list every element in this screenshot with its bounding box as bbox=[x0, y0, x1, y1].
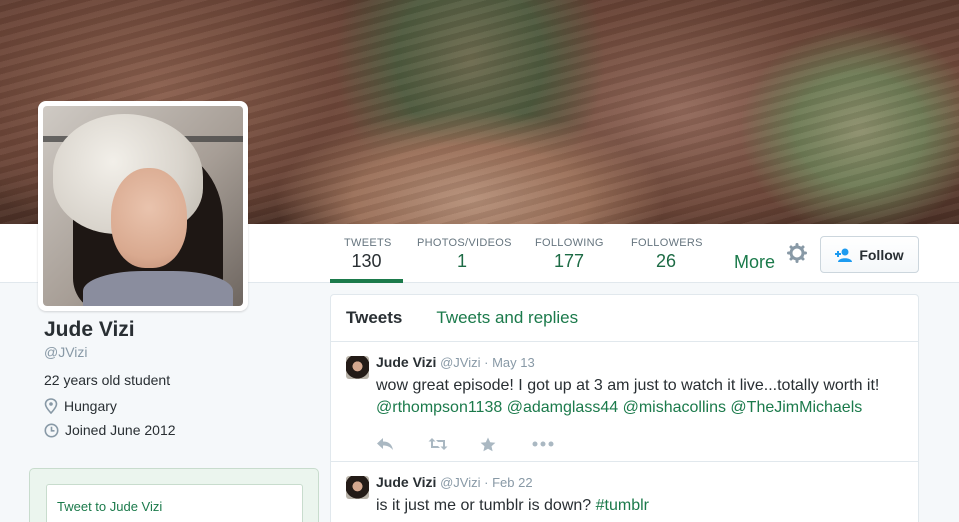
profile-stats: TWEETS 130 PHOTOS/VIDEOS 1 FOLLOWING 177… bbox=[330, 224, 715, 283]
stat-label: FOLLOWING bbox=[535, 237, 604, 249]
profile-card: Jude Vizi @JVizi 22 years old student Hu… bbox=[44, 318, 314, 438]
stat-value: 26 bbox=[655, 251, 677, 271]
tweet-date[interactable]: Feb 22 bbox=[492, 475, 532, 490]
profile-location: Hungary bbox=[44, 398, 314, 414]
tweet-body: wow great episode! I got up at 3 am just… bbox=[376, 377, 880, 394]
tweet-to-box: Tweet to Jude Vizi bbox=[29, 468, 319, 522]
joined-text: Joined June 2012 bbox=[65, 422, 176, 438]
hashtag-link[interactable]: #tumblr bbox=[596, 497, 649, 514]
follow-button[interactable]: Follow bbox=[820, 236, 919, 273]
tab-tweets[interactable]: Tweets bbox=[346, 308, 402, 328]
tab-tweets-and-replies[interactable]: Tweets and replies bbox=[436, 308, 578, 328]
retweet-icon[interactable] bbox=[428, 437, 480, 451]
tweet-actions bbox=[376, 431, 903, 457]
profile-name[interactable]: Jude Vizi bbox=[44, 318, 314, 342]
tweet-header: Jude Vizi @JVizi · Feb 22 bbox=[376, 474, 903, 490]
tweet-date[interactable]: May 13 bbox=[492, 355, 535, 370]
stat-value: 1 bbox=[456, 251, 467, 271]
reply-icon[interactable] bbox=[376, 437, 428, 451]
tweet-text: wow great episode! I got up at 3 am just… bbox=[376, 375, 903, 419]
gear-icon[interactable] bbox=[787, 243, 807, 263]
tweet-author-name[interactable]: Jude Vizi bbox=[376, 474, 436, 490]
tweet-to-input[interactable]: Tweet to Jude Vizi bbox=[46, 484, 303, 522]
tweet-header: Jude Vizi @JVizi · May 13 bbox=[376, 354, 903, 370]
stat-photos-videos[interactable]: PHOTOS/VIDEOS 1 bbox=[403, 224, 521, 283]
stat-label: PHOTOS/VIDEOS bbox=[417, 237, 512, 249]
stat-followers[interactable]: FOLLOWERS 26 bbox=[617, 224, 715, 283]
stat-tweets[interactable]: TWEETS 130 bbox=[330, 224, 403, 283]
follow-button-label: Follow bbox=[859, 246, 904, 263]
mention-link[interactable]: @rthompson1138 bbox=[376, 399, 502, 416]
more-options-icon[interactable] bbox=[532, 441, 584, 447]
tweet-separator: · bbox=[484, 475, 489, 490]
stat-label: TWEETS bbox=[344, 237, 392, 249]
location-pin-icon bbox=[44, 398, 58, 414]
mention-link[interactable]: @adamglass44 bbox=[507, 399, 618, 416]
profile-handle[interactable]: @JVizi bbox=[44, 344, 314, 360]
add-user-icon bbox=[835, 248, 853, 262]
mention-link[interactable]: @mishacollins bbox=[623, 399, 726, 416]
location-text: Hungary bbox=[64, 398, 117, 414]
tweet-author-name[interactable]: Jude Vizi bbox=[376, 354, 436, 370]
mention-link[interactable]: @TheJimMichaels bbox=[730, 399, 862, 416]
profile-joined: Joined June 2012 bbox=[44, 422, 314, 438]
favorite-star-icon[interactable] bbox=[480, 437, 532, 452]
timeline: Tweets Tweets and replies Jude Vizi @JVi… bbox=[330, 294, 919, 522]
tweet-item[interactable]: Jude Vizi @JVizi · May 13 wow great epis… bbox=[331, 342, 918, 462]
tweet-avatar[interactable] bbox=[346, 356, 369, 379]
stat-value: 130 bbox=[351, 251, 382, 271]
tweet-body: is it just me or tumblr is down? bbox=[376, 497, 592, 514]
profile-bio: 22 years old student bbox=[44, 372, 171, 388]
avatar-photo bbox=[43, 106, 243, 306]
tweet-item[interactable]: Jude Vizi @JVizi · Feb 22 is it just me … bbox=[331, 462, 918, 522]
tweet-text: is it just me or tumblr is down? #tumblr bbox=[376, 495, 903, 517]
more-menu-button[interactable]: More bbox=[734, 252, 775, 273]
stat-label: FOLLOWERS bbox=[631, 237, 703, 249]
timeline-tabs: Tweets Tweets and replies bbox=[331, 295, 918, 342]
profile-avatar[interactable] bbox=[38, 101, 248, 311]
stat-following[interactable]: FOLLOWING 177 bbox=[521, 224, 617, 283]
tweet-author-handle[interactable]: @JVizi bbox=[440, 475, 480, 490]
tweet-separator: · bbox=[484, 355, 489, 370]
tweet-author-handle[interactable]: @JVizi bbox=[440, 355, 480, 370]
stat-value: 177 bbox=[553, 251, 585, 271]
calendar-clock-icon bbox=[44, 423, 59, 437]
tweet-avatar[interactable] bbox=[346, 476, 369, 499]
